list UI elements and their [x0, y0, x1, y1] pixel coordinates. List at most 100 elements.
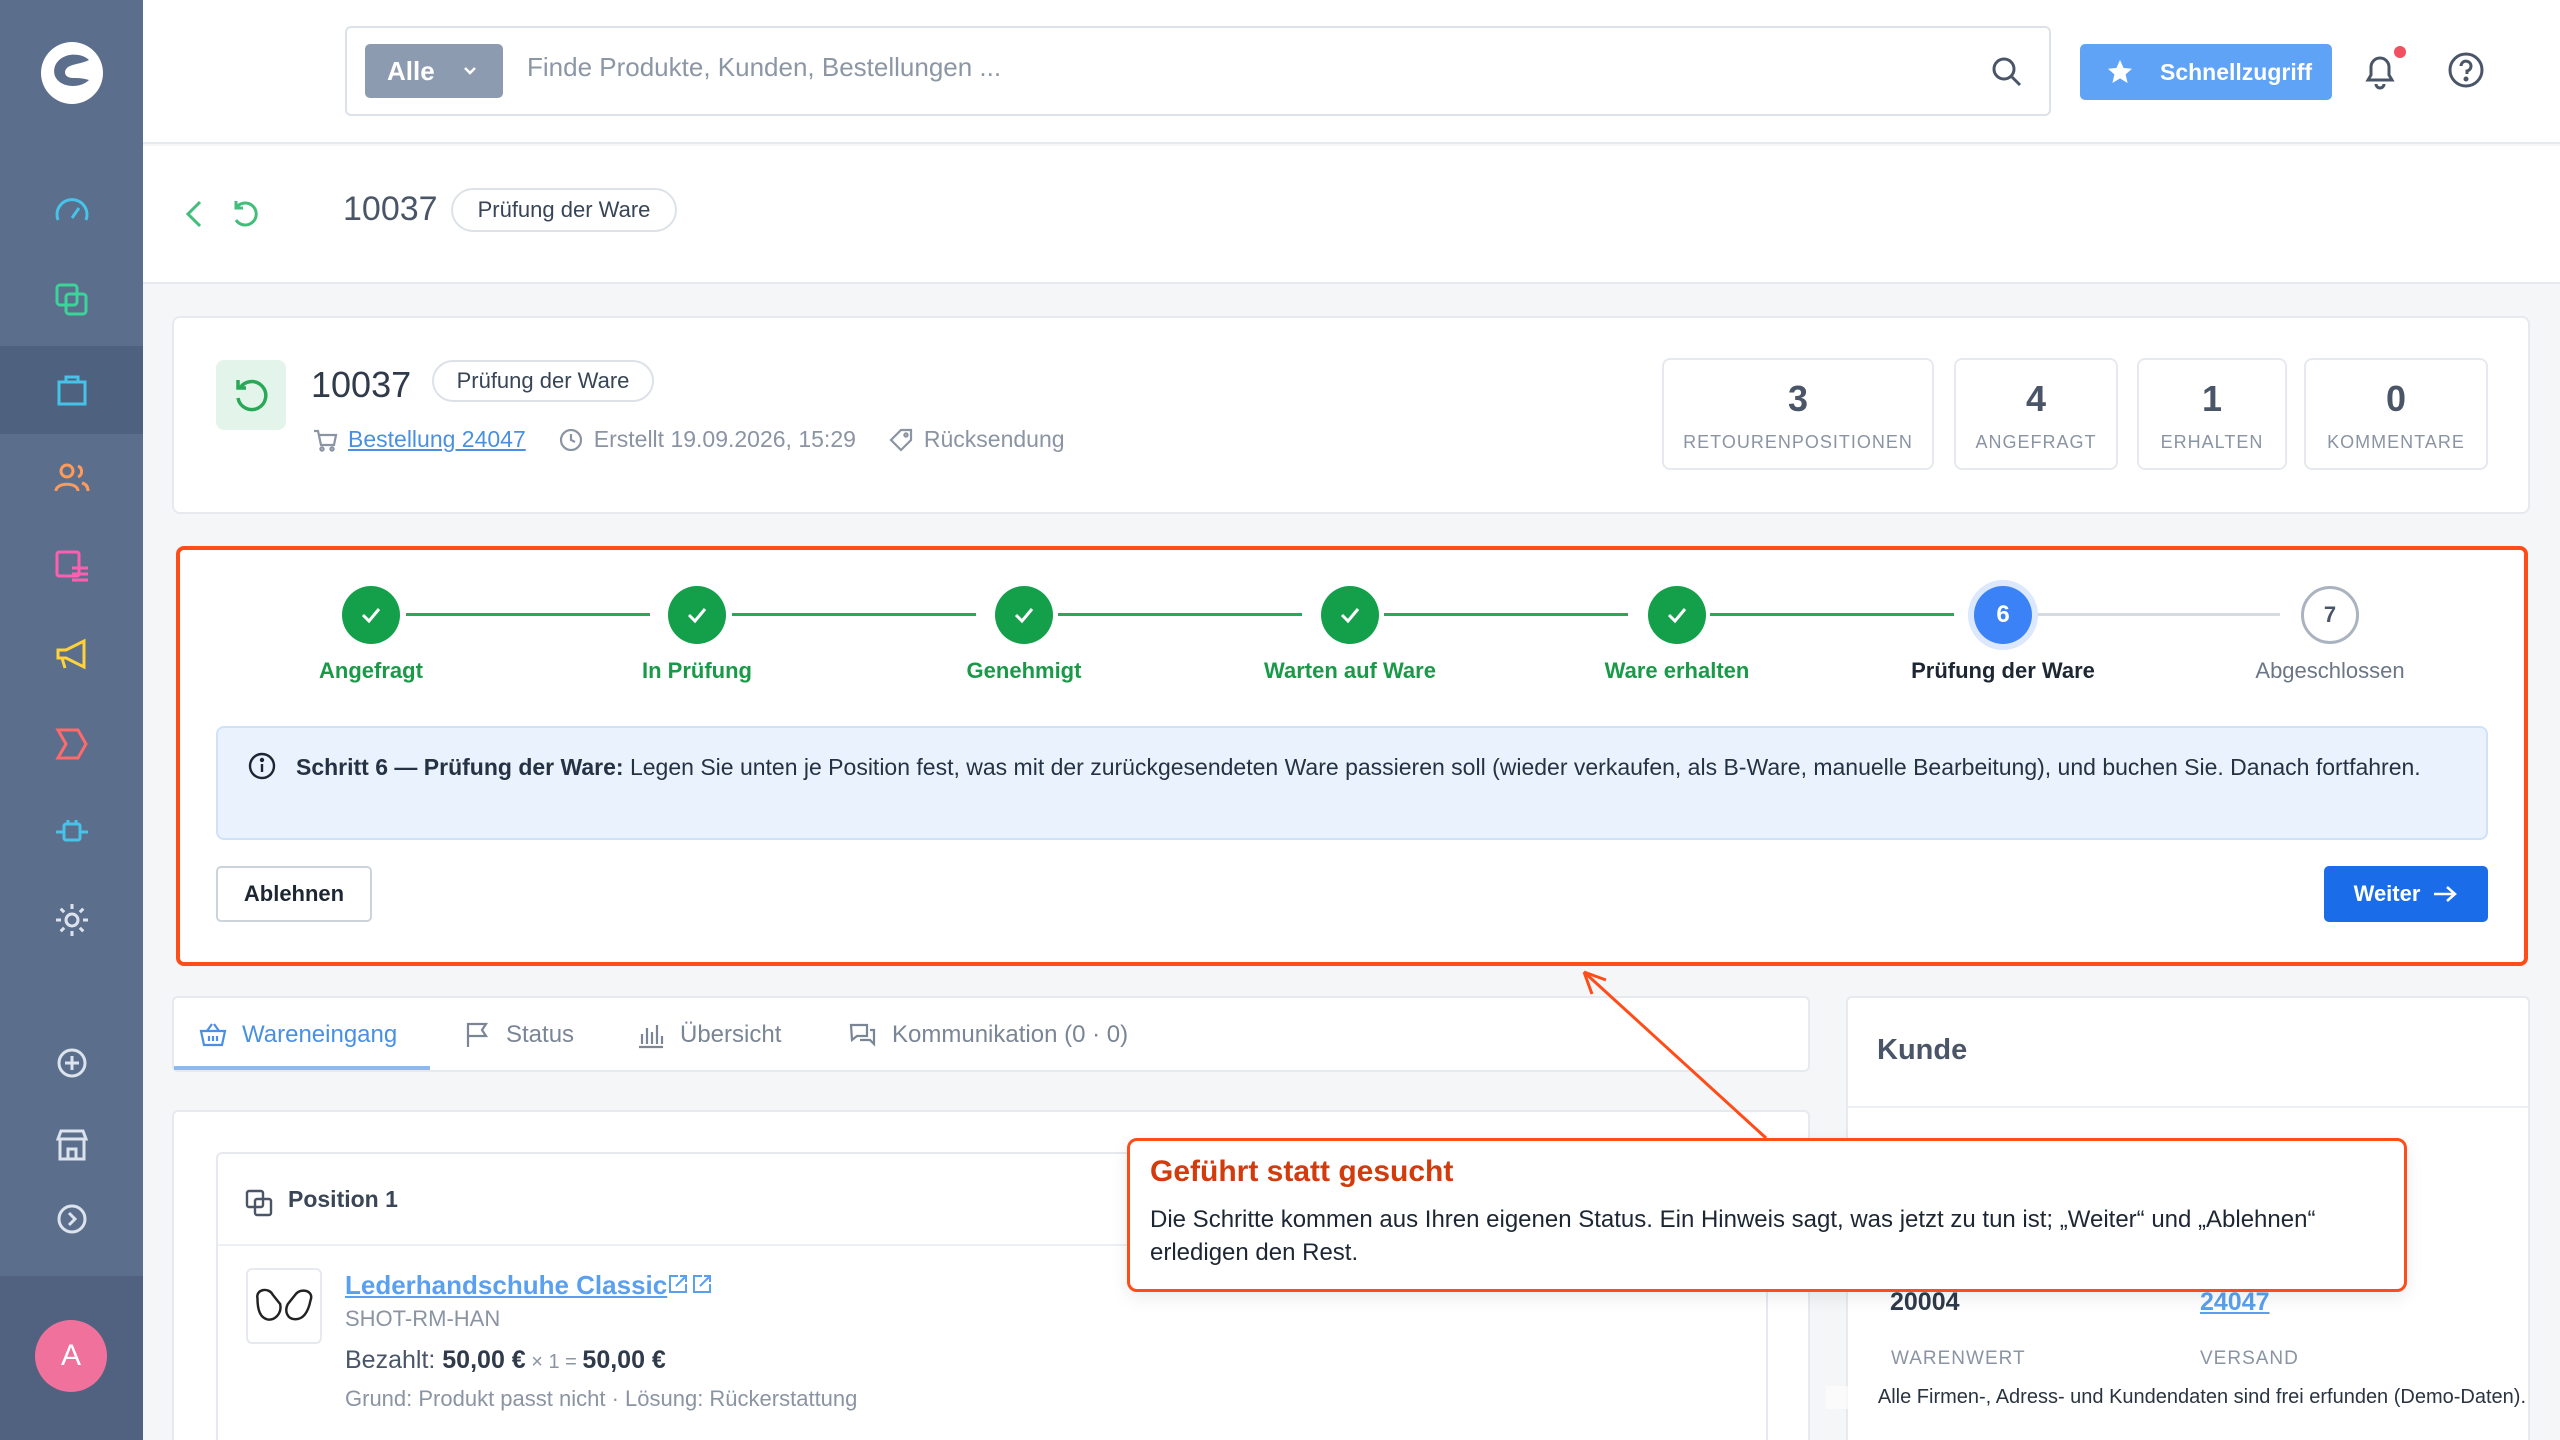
check-icon: [1340, 608, 1360, 624]
list-icon: [55, 550, 88, 582]
step-4-node[interactable]: [1321, 586, 1379, 644]
product-link[interactable]: Lederhandschuhe Classic: [345, 1270, 667, 1301]
annotation-callout: Geführt statt gesucht Die Schritte komme…: [1127, 1138, 2407, 1292]
goods-value-label: WARENWERT: [1891, 1348, 2026, 1369]
nav-settings[interactable]: [0, 876, 143, 964]
nav-extensions[interactable]: [0, 788, 143, 876]
star-icon: [2108, 60, 2132, 83]
store-icon: [55, 1129, 88, 1161]
next-button[interactable]: Weiter: [2324, 866, 2488, 922]
plus-circle-icon: [57, 1048, 86, 1078]
step-2-label: In Prüfung: [642, 658, 752, 683]
position-title: Position 1: [288, 1186, 398, 1212]
step-6-label: Prüfung der Ware: [1911, 658, 2095, 683]
step-3-label: Genehmigt: [966, 658, 1082, 683]
customer-order-link[interactable]: 24047: [2200, 1288, 2270, 1317]
step-connector: [1058, 613, 1302, 616]
back-icon[interactable]: [180, 196, 208, 232]
tab-overview[interactable]: Übersicht: [636, 1008, 781, 1062]
nav-dashboard[interactable]: [0, 168, 143, 256]
stat-value: 0: [2385, 378, 2407, 419]
stat-requested: 4 ANGEFRAGT: [1954, 358, 2118, 470]
copy-icon: [55, 283, 87, 316]
step-connector: [732, 613, 976, 616]
check-icon: [1667, 608, 1687, 624]
gear-icon: [55, 904, 88, 936]
step-4-label: Warten auf Ware: [1264, 658, 1436, 683]
nav-marketing[interactable]: [0, 610, 143, 698]
megaphone-icon: [56, 638, 85, 670]
nav-catalog[interactable]: [0, 256, 143, 344]
total-price: 50,00 €: [582, 1346, 666, 1374]
flag-icon: [466, 1022, 489, 1047]
tab-communication[interactable]: Kommunikation (0 · 0): [848, 1008, 1128, 1062]
step-5-node[interactable]: [1648, 586, 1706, 644]
stat-return-positions: 3 RETOURENPOSITIONEN: [1662, 358, 1934, 470]
info-icon: [248, 752, 276, 780]
chat-icon: [849, 1023, 876, 1047]
step-connector: [2036, 613, 2280, 616]
arrow-right-icon: [2434, 886, 2458, 902]
search-icon[interactable]: [1987, 52, 2027, 92]
stat-value: 3: [1787, 378, 1809, 419]
shopping-bag-icon: [57, 375, 86, 406]
cart-icon: [314, 429, 338, 452]
created-meta: Erstellt 19.09.2026, 15:29: [558, 426, 856, 453]
order-link[interactable]: Bestellung 24047: [348, 426, 526, 453]
return-icon-tile: [216, 360, 286, 430]
return-type: Rücksendung: [923, 426, 1065, 452]
divider: [1848, 1106, 2528, 1108]
stat-label: ERHALTEN: [2160, 432, 2264, 452]
status-badge: Prüfung der Ware: [451, 188, 677, 232]
tab-label: Kommunikation (0 · 0): [892, 1021, 1129, 1048]
customer-number: 20004: [1890, 1288, 1960, 1316]
help-icon[interactable]: [2444, 48, 2488, 92]
step-5-label: Ware erhalten: [1604, 658, 1750, 683]
basket-icon: [199, 1023, 227, 1047]
search-input[interactable]: Finde Produkte, Kunden, Bestellungen ...: [527, 52, 1001, 83]
step-3-node[interactable]: [995, 586, 1053, 644]
search-scope-label: Alle: [387, 55, 435, 86]
demo-footnote: Alle Firmen-, Adress- und Kundendaten si…: [1826, 1386, 2526, 1409]
nav-add[interactable]: [0, 1018, 143, 1108]
nav-content[interactable]: [0, 522, 143, 610]
page-title: 10037: [343, 190, 438, 228]
step-hint: Schritt 6 — Prüfung der Ware: Legen Sie …: [216, 726, 2488, 840]
tab-goods-receipt[interactable]: Wareneingang: [198, 1008, 397, 1062]
step-connector: [1710, 613, 1954, 616]
user-avatar[interactable]: A: [35, 1320, 107, 1392]
chevron-down-icon: [464, 67, 476, 75]
reject-button[interactable]: Ablehnen: [216, 866, 372, 922]
product-price: Bezahlt: 50,00 € × 1 = 50,00 €: [345, 1346, 666, 1375]
customer-title: Kunde: [1877, 1034, 1968, 1066]
nav-sales-channels[interactable]: [0, 700, 143, 788]
step-1-node[interactable]: [342, 586, 400, 644]
clock-icon: [559, 428, 582, 451]
stat-value: 4: [2025, 378, 2047, 419]
nav-orders[interactable]: [0, 346, 143, 434]
product-sku: SHOT-RM-HAN: [345, 1306, 501, 1331]
stat-label: ANGEFRAGT: [1975, 432, 2097, 452]
stat-label: KOMMENTARE: [2327, 432, 2465, 452]
search-scope-select[interactable]: Alle: [365, 44, 503, 98]
return-icon: [236, 379, 268, 412]
callout-arrow: [1582, 970, 1768, 1140]
external-link-icon[interactable]: [666, 1272, 712, 1296]
chevron-right-circle-icon: [57, 1204, 86, 1234]
step-6-node[interactable]: 6: [1974, 586, 2032, 644]
shopware-logo-icon[interactable]: [37, 38, 107, 108]
tab-status[interactable]: Status: [462, 1008, 574, 1062]
shipping-label: VERSAND: [2200, 1348, 2299, 1369]
active-tab-indicator: [174, 1066, 430, 1070]
refresh-icon[interactable]: [230, 196, 262, 232]
next-button-label: Weiter: [2353, 881, 2421, 906]
quick-access-button[interactable]: Schnellzugriff: [2080, 44, 2332, 100]
paid-label: Bezahlt:: [345, 1346, 443, 1374]
global-search[interactable]: Alle Finde Produkte, Kunden, Bestellunge…: [345, 26, 2051, 116]
nav-customers[interactable]: [0, 434, 143, 522]
step-7-node[interactable]: 7: [2301, 586, 2359, 644]
step-2-node[interactable]: [668, 586, 726, 644]
step-1-label: Angefragt: [319, 658, 423, 683]
nav-collapse[interactable]: [0, 1174, 143, 1264]
return-id: 10037: [311, 364, 412, 405]
